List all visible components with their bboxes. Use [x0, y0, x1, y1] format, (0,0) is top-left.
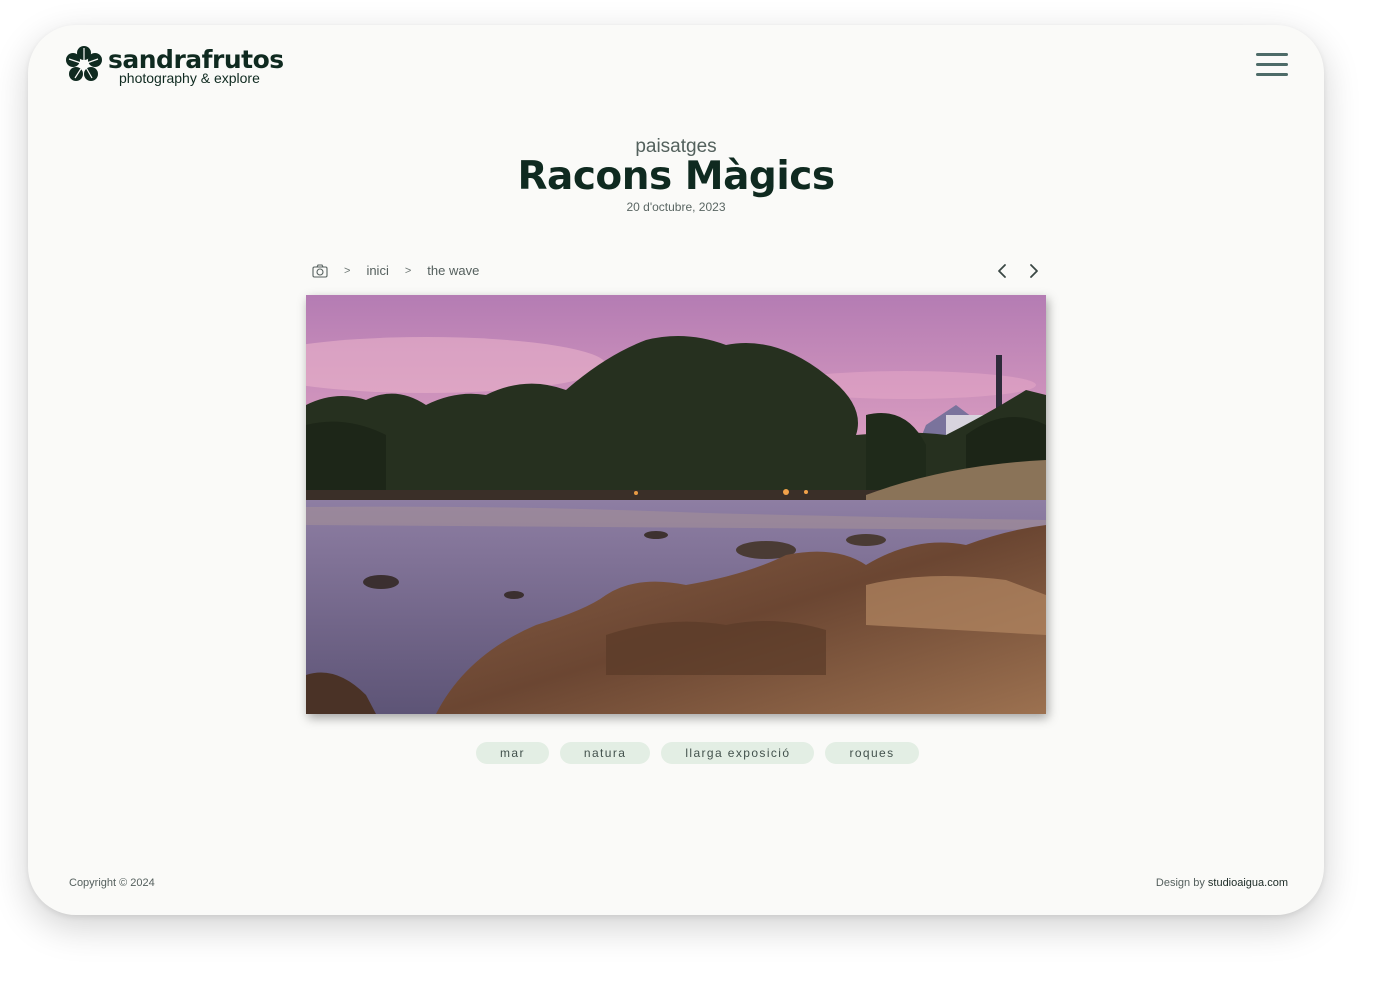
- tag-list: mar natura llarga exposició roques: [476, 742, 930, 764]
- breadcrumb-item-inici[interactable]: inici: [366, 263, 388, 278]
- footer-copyright: Copyright © 2024: [69, 877, 155, 889]
- chevron-right-icon[interactable]: [1026, 263, 1042, 279]
- page-frame: sandrafrutos photography & explore paisa…: [28, 25, 1324, 915]
- tag-roques[interactable]: roques: [825, 742, 919, 764]
- footer-design-link[interactable]: studioaigua.com: [1208, 877, 1288, 889]
- breadcrumb: > inici > the wave: [312, 263, 479, 278]
- breadcrumb-separator: >: [404, 264, 412, 277]
- site-logo[interactable]: sandrafrutos photography & explore: [64, 43, 284, 85]
- tag-mar[interactable]: mar: [476, 742, 549, 764]
- footer-design-prefix: Design by: [1155, 877, 1205, 889]
- breadcrumb-item-current[interactable]: the wave: [427, 263, 479, 278]
- tag-natura[interactable]: natura: [559, 742, 651, 764]
- footer-credit: Design by studioaigua.com: [1156, 877, 1288, 889]
- brand-tagline: photography & explore: [119, 70, 260, 86]
- page-title: Racons Màgics: [517, 154, 835, 199]
- hamburger-menu-icon[interactable]: [1256, 53, 1288, 77]
- main-photo[interactable]: [306, 295, 1046, 714]
- landscape-photo-image: [306, 295, 1046, 714]
- photo-navigation: [994, 263, 1058, 279]
- chevron-left-icon[interactable]: [994, 263, 1010, 279]
- breadcrumb-separator: >: [344, 264, 351, 277]
- camera-icon[interactable]: [312, 263, 328, 278]
- tag-llarga-exposicio[interactable]: llarga exposició: [661, 742, 815, 764]
- clover-flower-icon: [66, 46, 102, 81]
- post-date: 20 d'octubre, 2023: [626, 200, 726, 214]
- brand-name: sandrafrutos: [108, 45, 284, 74]
